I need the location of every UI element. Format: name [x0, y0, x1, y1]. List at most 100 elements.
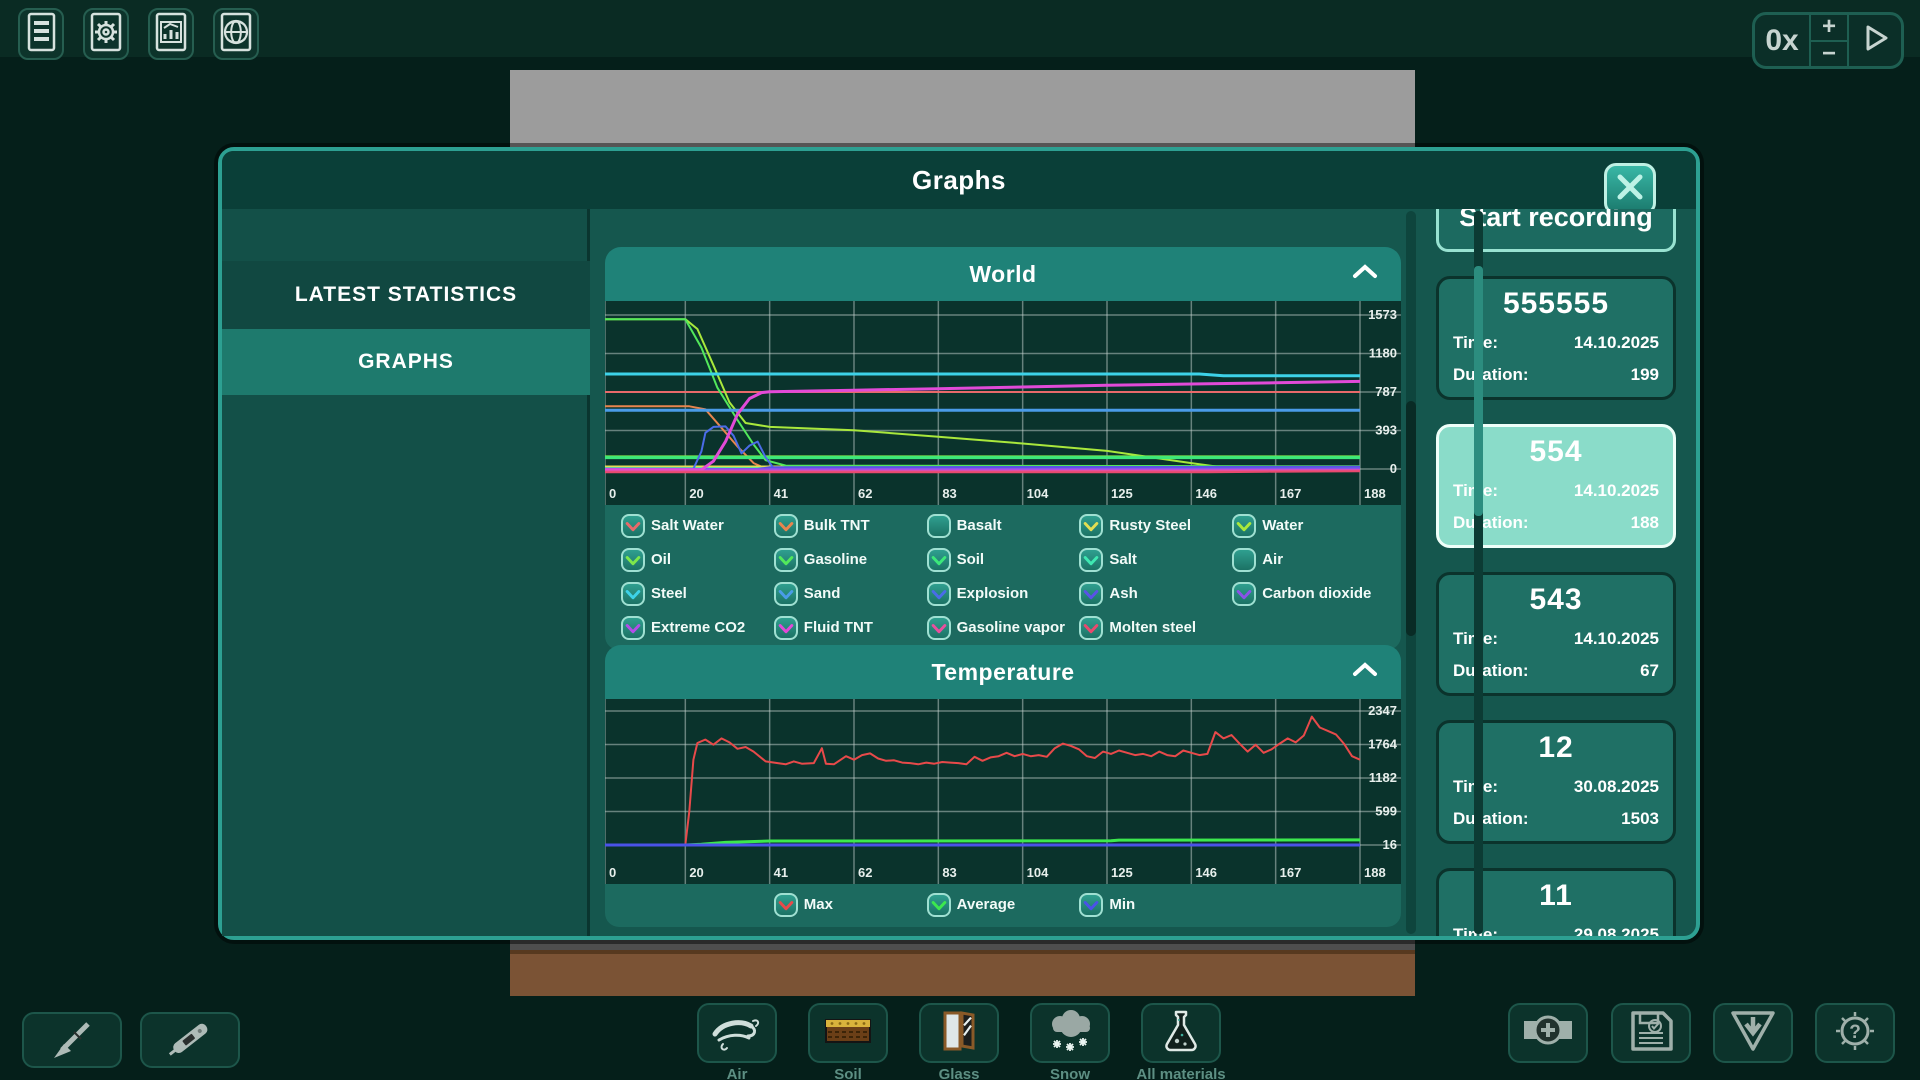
checkbox-checked[interactable] [1079, 893, 1103, 917]
x-axis-label: 167 [1280, 865, 1302, 880]
close-icon [1613, 170, 1647, 209]
legend-item-rusty-steel[interactable]: Rusty Steel [1079, 512, 1232, 539]
legend-item-salt[interactable]: Salt [1079, 546, 1232, 573]
duration-label: Duration: [1453, 365, 1529, 385]
checkbox-checked[interactable] [927, 582, 951, 606]
checkbox-checked[interactable] [621, 582, 645, 606]
world-panel: World 0204162831041251461671881573118078… [605, 247, 1401, 650]
checkbox-unchecked[interactable] [1232, 548, 1256, 572]
legend-item-air[interactable]: Air [1232, 546, 1385, 573]
world-panel-header[interactable]: World [605, 247, 1401, 301]
checkbox-checked[interactable] [774, 893, 798, 917]
legend-item-extreme-co2[interactable]: Extreme CO2 [621, 614, 774, 641]
material-air-button[interactable] [697, 1003, 777, 1063]
dialog-sidebar: LATEST STATISTICS GRAPHS [222, 209, 590, 936]
legend-item-gasoline[interactable]: Gasoline [774, 546, 927, 573]
legend-item-gasoline-vapor[interactable]: Gasoline vapor [927, 614, 1080, 641]
material-all-button[interactable] [1141, 1003, 1221, 1063]
material-snow: Snow [1015, 1003, 1125, 1080]
legend-item-min[interactable]: Min [1079, 891, 1232, 918]
legend-label: Air [1262, 551, 1283, 568]
checkbox-checked[interactable] [1079, 514, 1103, 538]
x-axis-label: 188 [1364, 486, 1386, 501]
legend-item-molten-steel[interactable]: Molten steel [1079, 614, 1232, 641]
session-card-11[interactable]: 11Time:29.08.2025Duration: [1436, 868, 1676, 936]
chevron-up-icon[interactable] [1351, 660, 1379, 685]
save-icon [1623, 1007, 1679, 1060]
x-axis-label: 0 [609, 865, 616, 880]
legend-item-explosion[interactable]: Explosion [927, 580, 1080, 607]
help-button[interactable]: ? [1815, 1003, 1895, 1063]
material-soil: Soil [793, 1003, 903, 1080]
screenshot-button[interactable] [1508, 1003, 1588, 1063]
y-axis-label: 787 [1375, 384, 1397, 399]
checkbox-checked[interactable] [621, 616, 645, 640]
charts-scrollbar[interactable] [1406, 211, 1416, 934]
y-axis-label: 2347 [1368, 703, 1397, 718]
save-button[interactable] [1611, 1003, 1691, 1063]
checkbox-unchecked[interactable] [927, 514, 951, 538]
statistics-button[interactable] [148, 8, 194, 60]
legend-item-average[interactable]: Average [927, 891, 1080, 918]
menu-icon [22, 10, 60, 59]
checkbox-checked[interactable] [927, 893, 951, 917]
legend-item-carbon-dioxide[interactable]: Carbon dioxide [1232, 580, 1385, 607]
charts-scrollbar-thumb[interactable] [1406, 401, 1416, 636]
legend-label: Extreme CO2 [651, 619, 745, 636]
sidebar-item-graphs[interactable]: GRAPHS [222, 329, 590, 395]
checkbox-checked[interactable] [621, 548, 645, 572]
start-recording-button[interactable]: Start recording [1436, 209, 1676, 252]
checkbox-checked[interactable] [774, 616, 798, 640]
play-button[interactable] [1849, 15, 1901, 66]
checkbox-checked[interactable] [927, 548, 951, 572]
sessions-scrollbar-thumb[interactable] [1474, 266, 1483, 516]
settings-button[interactable] [83, 8, 129, 60]
session-card-554[interactable]: 554Time:14.10.2025Duration:188 [1436, 424, 1676, 548]
world-map-button[interactable] [213, 8, 259, 60]
checkbox-checked[interactable] [927, 616, 951, 640]
legend-item-soil[interactable]: Soil [927, 546, 1080, 573]
checkbox-checked[interactable] [774, 548, 798, 572]
thermometer-tool-button[interactable] [140, 1012, 240, 1068]
sidebar-item-latest-statistics[interactable]: LATEST STATISTICS [222, 261, 590, 329]
menu-button[interactable] [18, 8, 64, 60]
checkbox-checked[interactable] [774, 582, 798, 606]
legend-item-steel[interactable]: Steel [621, 580, 774, 607]
legend-item-ash[interactable]: Ash [1079, 580, 1232, 607]
material-label: Air [682, 1066, 792, 1080]
legend-item-basalt[interactable]: Basalt [927, 512, 1080, 539]
checkbox-checked[interactable] [1079, 548, 1103, 572]
x-axis-label: 188 [1364, 865, 1386, 880]
legend-item-fluid-tnt[interactable]: Fluid TNT [774, 614, 927, 641]
close-button[interactable] [1604, 163, 1656, 215]
session-card-12[interactable]: 12Time:30.08.2025Duration:1503 [1436, 720, 1676, 844]
pen-tool-button[interactable] [22, 1012, 122, 1068]
legend-label: Sand [804, 585, 841, 602]
material-soil-button[interactable] [808, 1003, 888, 1063]
checkbox-checked[interactable] [774, 514, 798, 538]
legend-item-water[interactable]: Water [1232, 512, 1385, 539]
checkbox-checked[interactable] [621, 514, 645, 538]
x-axis-label: 62 [858, 865, 872, 880]
legend-item-sand[interactable]: Sand [774, 580, 927, 607]
sessions-scrollbar[interactable] [1474, 211, 1483, 934]
download-button[interactable] [1713, 1003, 1793, 1063]
duration-label: Duration: [1453, 661, 1529, 681]
session-card-555555[interactable]: 555555Time:14.10.2025Duration:199 [1436, 276, 1676, 400]
material-snow-button[interactable] [1030, 1003, 1110, 1063]
material-glass-button[interactable] [919, 1003, 999, 1063]
checkbox-checked[interactable] [1079, 582, 1103, 606]
checkbox-checked[interactable] [1232, 514, 1256, 538]
sessions-panel: Start recording 555555Time:14.10.2025Dur… [1436, 209, 1676, 936]
session-card-543[interactable]: 543Time:14.10.2025Duration:67 [1436, 572, 1676, 696]
speed-increase-button[interactable]: + [1811, 15, 1847, 42]
legend-item-bulk-tnt[interactable]: Bulk TNT [774, 512, 927, 539]
chevron-up-icon[interactable] [1351, 262, 1379, 287]
checkbox-checked[interactable] [1232, 582, 1256, 606]
temperature-panel-header[interactable]: Temperature [605, 645, 1401, 699]
checkbox-checked[interactable] [1079, 616, 1103, 640]
legend-item-max[interactable]: Max [774, 891, 927, 918]
speed-decrease-button[interactable]: − [1811, 42, 1847, 67]
legend-item-oil[interactable]: Oil [621, 546, 774, 573]
legend-item-salt-water[interactable]: Salt Water [621, 512, 774, 539]
